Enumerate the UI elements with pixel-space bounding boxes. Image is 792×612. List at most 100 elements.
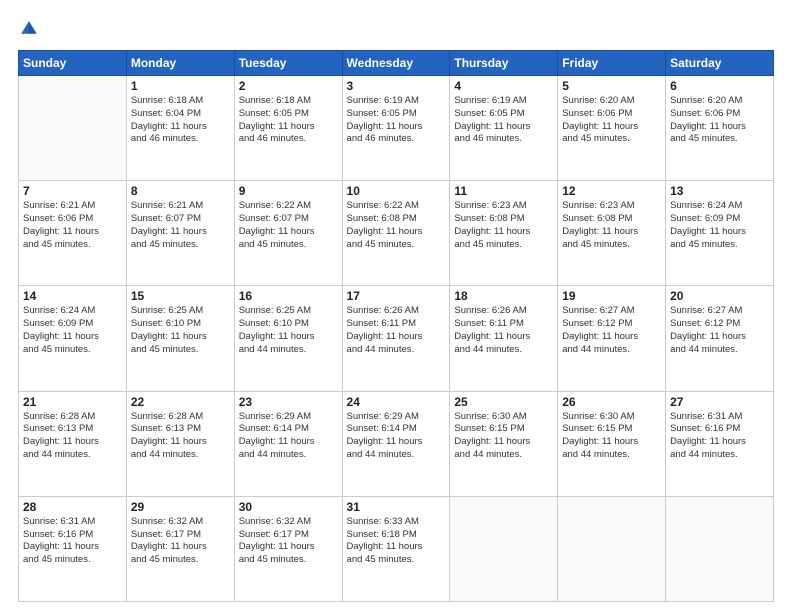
day-cell: 4Sunrise: 6:19 AM Sunset: 6:05 PM Daylig… — [450, 76, 558, 181]
day-info: Sunrise: 6:19 AM Sunset: 6:05 PM Dayligh… — [347, 95, 446, 146]
day-cell: 17 Sunrise: 6:26 AM Sunset: 6:11 PM Dayli… — [342, 286, 450, 391]
day-cell: 26 Sunrise: 6:30 AM Sunset: 6:15 PM Dayli… — [558, 391, 666, 496]
day-cell: 20Sunrise: 6:27 AM Sunset: 6:12 PM Dayli… — [666, 286, 774, 391]
day-number: 12 — [562, 184, 661, 198]
header — [18, 18, 774, 40]
day-info: Sunrise: 6:29 AM Sunset: 6:14 PM Dayligh… — [239, 411, 338, 462]
day-info: Sunrise: 6:32 AM Sunset: 6:17 PM Dayligh… — [239, 516, 338, 567]
day-cell: 11 Sunrise: 6:23 AM Sunset: 6:08 PM Dayli… — [450, 181, 558, 286]
day-number: 3 — [347, 79, 446, 93]
day-cell: 15 Sunrise: 6:25 AM Sunset: 6:10 PM Dayli… — [126, 286, 234, 391]
day-cell: 30 Sunrise: 6:32 AM Sunset: 6:17 PM Dayli… — [234, 496, 342, 601]
day-cell: 25 Sunrise: 6:30 AM Sunset: 6:15 PM Dayli… — [450, 391, 558, 496]
day-cell: 24Sunrise: 6:29 AM Sunset: 6:14 PM Dayli… — [342, 391, 450, 496]
day-number: 7 — [23, 184, 122, 198]
day-cell: 22 Sunrise: 6:28 AM Sunset: 6:13 PM Dayli… — [126, 391, 234, 496]
day-info: Sunrise: 6:22 AM Sunset: 6:08 PM Dayligh… — [347, 200, 446, 251]
day-cell: 21Sunrise: 6:28 AM Sunset: 6:13 PM Dayli… — [19, 391, 127, 496]
day-number: 10 — [347, 184, 446, 198]
day-info: Sunrise: 6:25 AM Sunset: 6:10 PM Dayligh… — [131, 305, 230, 356]
weekday-header-saturday: Saturday — [666, 51, 774, 76]
day-cell: 9 Sunrise: 6:22 AM Sunset: 6:07 PM Daylig… — [234, 181, 342, 286]
day-number: 27 — [670, 395, 769, 409]
day-info: Sunrise: 6:20 AM Sunset: 6:06 PM Dayligh… — [670, 95, 769, 146]
day-number: 2 — [239, 79, 338, 93]
day-number: 5 — [562, 79, 661, 93]
day-cell: 16 Sunrise: 6:25 AM Sunset: 6:10 PM Dayli… — [234, 286, 342, 391]
day-cell — [19, 76, 127, 181]
day-number: 22 — [131, 395, 230, 409]
day-number: 17 — [347, 289, 446, 303]
day-info: Sunrise: 6:26 AM Sunset: 6:11 PM Dayligh… — [347, 305, 446, 356]
day-number: 13 — [670, 184, 769, 198]
weekday-header-row: SundayMondayTuesdayWednesdayThursdayFrid… — [19, 51, 774, 76]
page: SundayMondayTuesdayWednesdayThursdayFrid… — [0, 0, 792, 612]
day-cell: 7 Sunrise: 6:21 AM Sunset: 6:06 PM Daylig… — [19, 181, 127, 286]
weekday-header-sunday: Sunday — [19, 51, 127, 76]
weekday-header-thursday: Thursday — [450, 51, 558, 76]
day-info: Sunrise: 6:18 AM Sunset: 6:05 PM Dayligh… — [239, 95, 338, 146]
week-row-5: 28Sunrise: 6:31 AM Sunset: 6:16 PM Dayli… — [19, 496, 774, 601]
day-info: Sunrise: 6:30 AM Sunset: 6:15 PM Dayligh… — [454, 411, 553, 462]
day-number: 30 — [239, 500, 338, 514]
weekday-header-monday: Monday — [126, 51, 234, 76]
day-number: 9 — [239, 184, 338, 198]
week-row-3: 14Sunrise: 6:24 AM Sunset: 6:09 PM Dayli… — [19, 286, 774, 391]
day-number: 23 — [239, 395, 338, 409]
day-cell: 28Sunrise: 6:31 AM Sunset: 6:16 PM Dayli… — [19, 496, 127, 601]
day-number: 20 — [670, 289, 769, 303]
day-info: Sunrise: 6:28 AM Sunset: 6:13 PM Dayligh… — [131, 411, 230, 462]
day-info: Sunrise: 6:33 AM Sunset: 6:18 PM Dayligh… — [347, 516, 446, 567]
weekday-header-wednesday: Wednesday — [342, 51, 450, 76]
day-info: Sunrise: 6:25 AM Sunset: 6:10 PM Dayligh… — [239, 305, 338, 356]
day-number: 31 — [347, 500, 446, 514]
logo-icon — [18, 18, 40, 40]
day-cell: 6Sunrise: 6:20 AM Sunset: 6:06 PM Daylig… — [666, 76, 774, 181]
day-number: 24 — [347, 395, 446, 409]
day-number: 18 — [454, 289, 553, 303]
day-info: Sunrise: 6:23 AM Sunset: 6:08 PM Dayligh… — [562, 200, 661, 251]
day-number: 11 — [454, 184, 553, 198]
day-cell: 2 Sunrise: 6:18 AM Sunset: 6:05 PM Daylig… — [234, 76, 342, 181]
day-info: Sunrise: 6:30 AM Sunset: 6:15 PM Dayligh… — [562, 411, 661, 462]
day-number: 8 — [131, 184, 230, 198]
day-cell: 14Sunrise: 6:24 AM Sunset: 6:09 PM Dayli… — [19, 286, 127, 391]
week-row-4: 21 Sunrise: 6:28 AM Sunset: 6:13 PM Dayli… — [19, 391, 774, 496]
day-info: Sunrise: 6:26 AM Sunset: 6:11 PM Dayligh… — [454, 305, 553, 356]
day-number: 26 — [562, 395, 661, 409]
weekday-header-tuesday: Tuesday — [234, 51, 342, 76]
day-info: Sunrise: 6:21 AM Sunset: 6:07 PM Dayligh… — [131, 200, 230, 251]
day-number: 25 — [454, 395, 553, 409]
day-number: 29 — [131, 500, 230, 514]
day-info: Sunrise: 6:31 AM Sunset: 6:16 PM Dayligh… — [23, 516, 122, 567]
day-cell: 23 Sunrise: 6:29 AM Sunset: 6:14 PM Dayli… — [234, 391, 342, 496]
day-cell: 3 Sunrise: 6:19 AM Sunset: 6:05 PM Daylig… — [342, 76, 450, 181]
day-cell: 1Sunrise: 6:18 AM Sunset: 6:04 PM Daylig… — [126, 76, 234, 181]
day-info: Sunrise: 6:18 AM Sunset: 6:04 PM Dayligh… — [131, 95, 230, 146]
week-row-2: 7 Sunrise: 6:21 AM Sunset: 6:06 PM Daylig… — [19, 181, 774, 286]
day-info: Sunrise: 6:27 AM Sunset: 6:12 PM Dayligh… — [562, 305, 661, 356]
day-cell — [666, 496, 774, 601]
day-number: 15 — [131, 289, 230, 303]
day-cell: 31 Sunrise: 6:33 AM Sunset: 6:18 PM Dayli… — [342, 496, 450, 601]
day-info: Sunrise: 6:24 AM Sunset: 6:09 PM Dayligh… — [670, 200, 769, 251]
weekday-header-friday: Friday — [558, 51, 666, 76]
day-info: Sunrise: 6:23 AM Sunset: 6:08 PM Dayligh… — [454, 200, 553, 251]
day-cell: 27Sunrise: 6:31 AM Sunset: 6:16 PM Dayli… — [666, 391, 774, 496]
day-cell: 12 Sunrise: 6:23 AM Sunset: 6:08 PM Dayli… — [558, 181, 666, 286]
day-info: Sunrise: 6:21 AM Sunset: 6:06 PM Dayligh… — [23, 200, 122, 251]
day-cell — [558, 496, 666, 601]
day-cell: 13 Sunrise: 6:24 AM Sunset: 6:09 PM Dayli… — [666, 181, 774, 286]
day-cell: 29 Sunrise: 6:32 AM Sunset: 6:17 PM Dayli… — [126, 496, 234, 601]
day-number: 14 — [23, 289, 122, 303]
day-number: 16 — [239, 289, 338, 303]
day-info: Sunrise: 6:19 AM Sunset: 6:05 PM Dayligh… — [454, 95, 553, 146]
calendar-table: SundayMondayTuesdayWednesdayThursdayFrid… — [18, 50, 774, 602]
day-cell: 19Sunrise: 6:27 AM Sunset: 6:12 PM Dayli… — [558, 286, 666, 391]
day-number: 21 — [23, 395, 122, 409]
day-info: Sunrise: 6:20 AM Sunset: 6:06 PM Dayligh… — [562, 95, 661, 146]
day-cell: 18 Sunrise: 6:26 AM Sunset: 6:11 PM Dayli… — [450, 286, 558, 391]
day-info: Sunrise: 6:32 AM Sunset: 6:17 PM Dayligh… — [131, 516, 230, 567]
logo — [18, 18, 42, 40]
day-info: Sunrise: 6:22 AM Sunset: 6:07 PM Dayligh… — [239, 200, 338, 251]
